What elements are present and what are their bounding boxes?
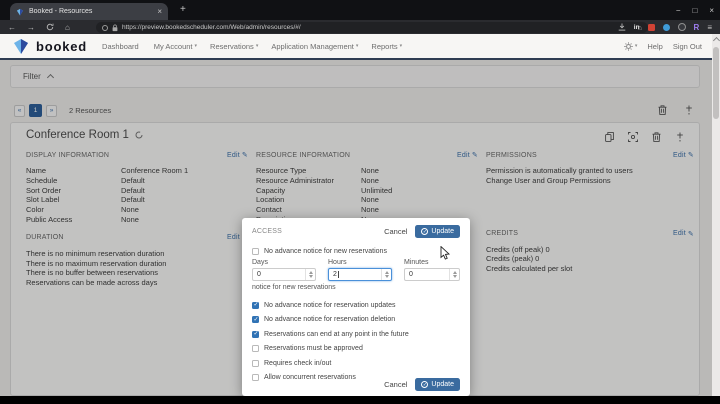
nav-item[interactable]: Application Management ▾ xyxy=(271,42,358,51)
checkbox-row-advance-notice-new[interactable]: No advance notice for new reservations xyxy=(252,245,460,257)
reload-icon[interactable] xyxy=(46,23,54,31)
checkbox[interactable] xyxy=(252,301,259,309)
checkbox[interactable] xyxy=(252,359,259,367)
home-icon[interactable]: ⌂ xyxy=(65,23,70,32)
number-field: Minutes 0 xyxy=(404,259,460,281)
browser-window: Booked - Resources × + − □ × ← → ⌂ https… xyxy=(0,0,720,404)
browser-tab[interactable]: Booked - Resources × xyxy=(10,3,168,20)
window-close-button[interactable]: × xyxy=(709,6,714,15)
r-extension-icon[interactable]: R xyxy=(694,23,700,32)
nav-item[interactable]: Reports ▾ xyxy=(371,42,402,51)
browser-menu-icon[interactable]: ≡ xyxy=(707,23,712,32)
checkbox[interactable] xyxy=(252,330,259,338)
url-text[interactable]: https://preview.bookedscheduler.com/Web/… xyxy=(122,24,633,31)
bottom-bar xyxy=(0,396,720,404)
access-heading: ACCESS xyxy=(252,228,282,235)
main-nav: Dashboard My Account ▾ Reservations ▾ Ap… xyxy=(102,42,402,51)
update-button[interactable]: ✓ Update xyxy=(415,225,460,238)
number-input[interactable]: 0 xyxy=(404,268,460,281)
checkbox[interactable] xyxy=(252,316,259,324)
stepper-arrows-icon[interactable] xyxy=(449,269,459,280)
checkbox[interactable] xyxy=(252,374,259,382)
check-circle-icon: ✓ xyxy=(421,228,429,235)
stepper-arrows-icon[interactable] xyxy=(305,269,315,280)
notice-text: notice for new reservations xyxy=(252,284,336,291)
checkbox-row[interactable]: No advance notice for reservation deleti… xyxy=(252,313,460,328)
chevron-down-icon: ▾ xyxy=(194,43,198,49)
download-icon[interactable] xyxy=(618,23,626,31)
url-bar[interactable]: https://preview.bookedscheduler.com/Web/… xyxy=(96,22,648,33)
nav-item[interactable]: Dashboard xyxy=(102,42,141,51)
checkbox[interactable] xyxy=(252,345,259,353)
app-header: booked Dashboard My Account ▾ Reservatio… xyxy=(0,34,720,60)
chevron-down-icon: ▾ xyxy=(399,43,403,49)
access-modal: ACCESS Cancel ✓ Update No advance notice… xyxy=(242,218,470,396)
update-button-bottom[interactable]: ✓ Update xyxy=(415,378,460,391)
cancel-link[interactable]: Cancel xyxy=(384,227,407,236)
chevron-down-icon: ▾ xyxy=(255,43,259,49)
tab-close-icon[interactable]: × xyxy=(157,7,162,16)
checkbox[interactable] xyxy=(252,247,259,255)
forward-icon[interactable]: → xyxy=(27,23,35,32)
red-extension-icon[interactable] xyxy=(647,23,655,31)
new-tab-button[interactable]: + xyxy=(180,4,186,15)
window-minimize-button[interactable]: − xyxy=(676,6,681,15)
extension-area: in R ≡ xyxy=(618,20,712,34)
nav-item[interactable]: Reservations ▾ xyxy=(210,42,258,51)
window-maximize-button[interactable]: □ xyxy=(692,6,697,15)
chevron-down-icon: ▾ xyxy=(634,43,638,49)
number-input[interactable]: 0 xyxy=(252,268,316,281)
brand-name[interactable]: booked xyxy=(36,39,87,54)
scrollbar-thumb[interactable] xyxy=(713,47,719,119)
checkbox-row[interactable]: Requires check in/out xyxy=(252,356,460,371)
back-icon[interactable]: ← xyxy=(8,23,16,32)
scrollbar[interactable] xyxy=(712,34,720,396)
gear-icon xyxy=(624,41,633,51)
checkbox-row[interactable]: No advance notice for reservation update… xyxy=(252,298,460,313)
sign-out-link[interactable]: Sign Out xyxy=(673,42,702,51)
checkbox-row[interactable]: Reservations can end at any point in the… xyxy=(252,327,460,342)
check-circle-icon: ✓ xyxy=(421,381,429,388)
checkbox-row[interactable]: Reservations must be approved xyxy=(252,342,460,357)
help-link[interactable]: Help xyxy=(647,42,662,51)
number-input[interactable]: 2 xyxy=(328,268,392,281)
scroll-up-icon[interactable] xyxy=(712,36,720,45)
cancel-link-bottom[interactable]: Cancel xyxy=(384,380,407,389)
linkedin-extension-icon[interactable]: in xyxy=(634,24,640,31)
number-field: Days 0 xyxy=(252,259,316,281)
blue-extension-icon[interactable] xyxy=(662,23,670,31)
lock-icon[interactable] xyxy=(112,24,118,32)
settings-menu[interactable]: ▾ xyxy=(624,41,638,51)
number-field: Hours 2 xyxy=(328,259,392,281)
window-controls: − □ × xyxy=(676,0,714,20)
site-favicon-icon xyxy=(16,8,24,16)
chevron-down-icon: ▾ xyxy=(355,43,359,49)
profile-icon[interactable] xyxy=(677,23,686,31)
stepper-arrows-icon[interactable] xyxy=(381,269,391,280)
booked-logo-icon[interactable] xyxy=(12,37,30,55)
tab-title: Booked - Resources xyxy=(29,8,93,15)
site-info-icon[interactable] xyxy=(102,24,108,31)
browser-tab-bar: Booked - Resources × + − □ × xyxy=(0,0,720,20)
nav-item[interactable]: My Account ▾ xyxy=(154,42,197,51)
